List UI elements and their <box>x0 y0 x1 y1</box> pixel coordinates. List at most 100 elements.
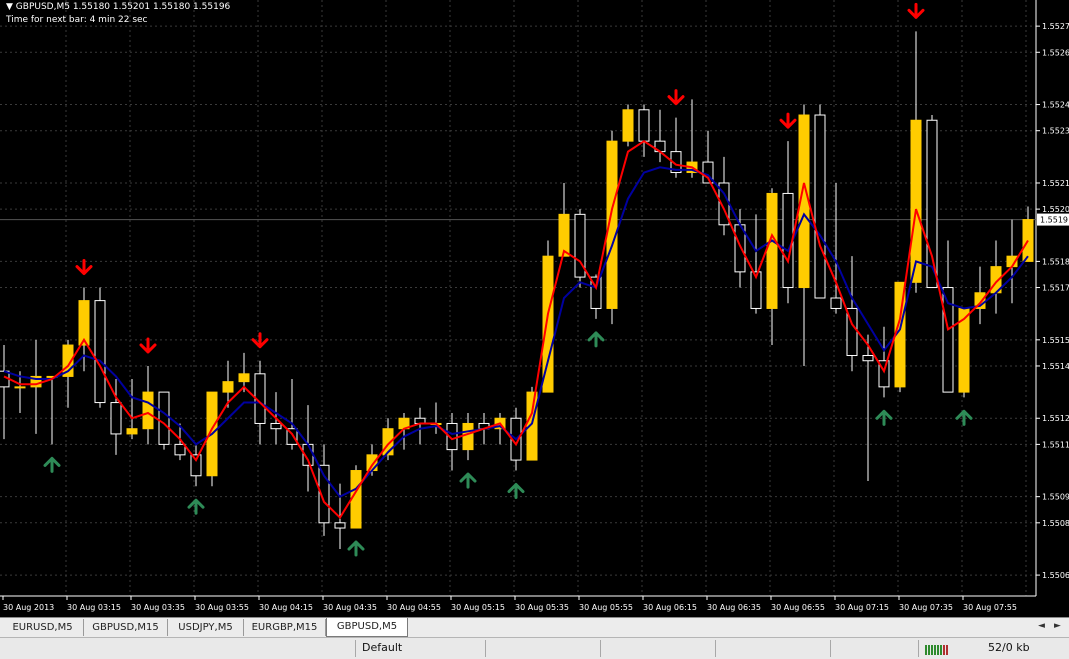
tab-eurusd-m5[interactable]: EURUSD,M5 <box>2 619 84 636</box>
tab-eurgbp-m15[interactable]: EURGBP,M15 <box>244 619 326 636</box>
candle-body <box>462 422 474 451</box>
price-axis-label: 1.5523 <box>1042 127 1069 136</box>
candle-body <box>622 109 634 142</box>
buy-arrow-icon <box>507 483 525 500</box>
candle-body <box>110 402 122 435</box>
time-axis-label: 30 Aug 07:55 <box>963 603 1017 612</box>
price-axis-label: 1.5512 <box>1042 414 1069 423</box>
candlestick-chart[interactable]: 1.5527 1.5526 1.5524 1.5523 1.5521 1.5520 1.55… <box>0 0 1069 617</box>
time-axis-label: 30 Aug 04:35 <box>323 603 377 612</box>
time-axis-label: 30 Aug 07:35 <box>899 603 953 612</box>
price-axis-label: 1.5526 <box>1042 48 1069 57</box>
buy-arrow-icon <box>187 498 205 515</box>
status-separator <box>918 640 919 657</box>
time-axis-label: 30 Aug 04:55 <box>387 603 441 612</box>
time-axis-label: 30 Aug 03:15 <box>67 603 121 612</box>
chart-tab-bar: EURUSD,M5 GBPUSD,M15 USDJPY,M5 EURGBP,M1… <box>0 617 1069 637</box>
buy-arrow-icon <box>955 409 973 426</box>
traffic-counter: 52/0 kb <box>988 641 1030 654</box>
time-axis-label: 30 Aug 06:35 <box>707 603 761 612</box>
sell-arrow-icon <box>907 2 925 19</box>
buy-arrow-icon <box>587 331 605 348</box>
status-separator <box>830 640 831 657</box>
symbol-info: ▼ GBPUSD,M5 1.55180 1.55201 1.55180 1.55… <box>6 2 230 12</box>
time-axis-label: 30 Aug 04:15 <box>259 603 313 612</box>
price-axis-label: 1.5527 <box>1042 22 1069 31</box>
candle-body <box>94 300 106 404</box>
candle-body <box>910 119 922 283</box>
time-axis-label: 30 Aug 06:15 <box>643 603 697 612</box>
buy-arrow-icon <box>43 456 61 473</box>
time-axis-label: 30 Aug 07:15 <box>835 603 889 612</box>
profile-name[interactable]: Default <box>362 641 402 654</box>
time-axis-label: 30 Aug 05:55 <box>579 603 633 612</box>
candle-body <box>350 470 362 529</box>
tab-usdjpy-m5[interactable]: USDJPY,M5 <box>168 619 244 636</box>
price-axis-label: 1.5508 <box>1042 519 1069 528</box>
status-bar: Default 52/0 kb <box>0 637 1069 659</box>
candle-body <box>174 443 186 456</box>
candle-body <box>158 391 170 445</box>
connection-bar <box>925 645 927 655</box>
connection-bar <box>931 645 933 655</box>
tab-gbpusd-m5[interactable]: GBPUSD,M5 <box>326 618 408 637</box>
time-axis-label: 30 Aug 03:35 <box>131 603 185 612</box>
candle-body <box>270 422 282 430</box>
price-axis-label: 1.5506 <box>1042 571 1069 580</box>
tab-scroll-left-icon[interactable]: ◄ <box>1038 621 1045 631</box>
sell-arrow-icon <box>779 112 797 129</box>
price-axis-label: 1.5524 <box>1042 101 1069 110</box>
tab-gbpusd-m15[interactable]: GBPUSD,M15 <box>84 619 168 636</box>
symbol-line: GBPUSD,M5 1.55180 1.55201 1.55180 1.5519… <box>15 2 231 12</box>
status-separator <box>485 640 486 657</box>
status-separator <box>715 640 716 657</box>
connection-bar <box>928 645 930 655</box>
buy-arrow-icon <box>875 409 893 426</box>
candle-body <box>638 109 650 142</box>
time-axis-label: 30 Aug 03:55 <box>195 603 249 612</box>
connection-bar <box>937 645 939 655</box>
candle-body <box>830 297 842 309</box>
price-axis-label: 1.5517 <box>1042 284 1069 293</box>
connection-bar <box>940 645 942 655</box>
time-axis-label: 30 Aug 05:35 <box>515 603 569 612</box>
candle-body <box>814 114 826 299</box>
time-axis-label: 30 Aug 05:15 <box>451 603 505 612</box>
connection-bar <box>946 645 948 655</box>
sell-arrow-icon <box>139 337 157 354</box>
status-separator <box>355 640 356 657</box>
connection-bars-icon[interactable] <box>925 643 951 655</box>
candle-body <box>334 522 346 529</box>
current-price-label: 1.5519 <box>1040 216 1068 225</box>
candle-body <box>142 391 154 430</box>
price-axis-label: 1.5509 <box>1042 493 1069 502</box>
connection-bar <box>934 645 936 655</box>
candle-body <box>766 192 778 309</box>
price-axis-label: 1.5514 <box>1042 362 1069 371</box>
status-separator <box>600 640 601 657</box>
candle-body <box>14 386 26 389</box>
time-axis-label: 30 Aug 06:55 <box>771 603 825 612</box>
price-axis-label: 1.5521 <box>1042 179 1069 188</box>
candle-body <box>222 381 234 393</box>
time-axis-label: 30 Aug 2013 <box>3 603 54 612</box>
price-axis-label: 1.5515 <box>1042 336 1069 345</box>
candle-body <box>862 355 874 362</box>
candle-body <box>926 119 938 289</box>
connection-bar <box>943 645 945 655</box>
chart-window[interactable]: 1.5527 1.5526 1.5524 1.5523 1.5521 1.5520 1.55… <box>0 0 1069 617</box>
sell-arrow-icon <box>251 332 269 349</box>
buy-arrow-icon <box>459 472 477 489</box>
price-axis-label: 1.5520 <box>1042 205 1069 214</box>
buy-arrow-icon <box>347 540 365 557</box>
price-axis-label: 1.5511 <box>1042 440 1069 449</box>
candle-body <box>238 373 250 383</box>
triangle-down-icon[interactable]: ▼ <box>6 2 13 12</box>
bar-timer: Time for next bar: 4 min 22 sec <box>6 15 148 25</box>
candle-body <box>366 454 378 472</box>
candle-body <box>126 428 138 435</box>
sell-arrow-icon <box>667 89 685 106</box>
tab-scroll-right-icon[interactable]: ► <box>1054 621 1061 631</box>
price-axis-label: 1.5518 <box>1042 257 1069 266</box>
sell-arrow-icon <box>75 259 93 276</box>
